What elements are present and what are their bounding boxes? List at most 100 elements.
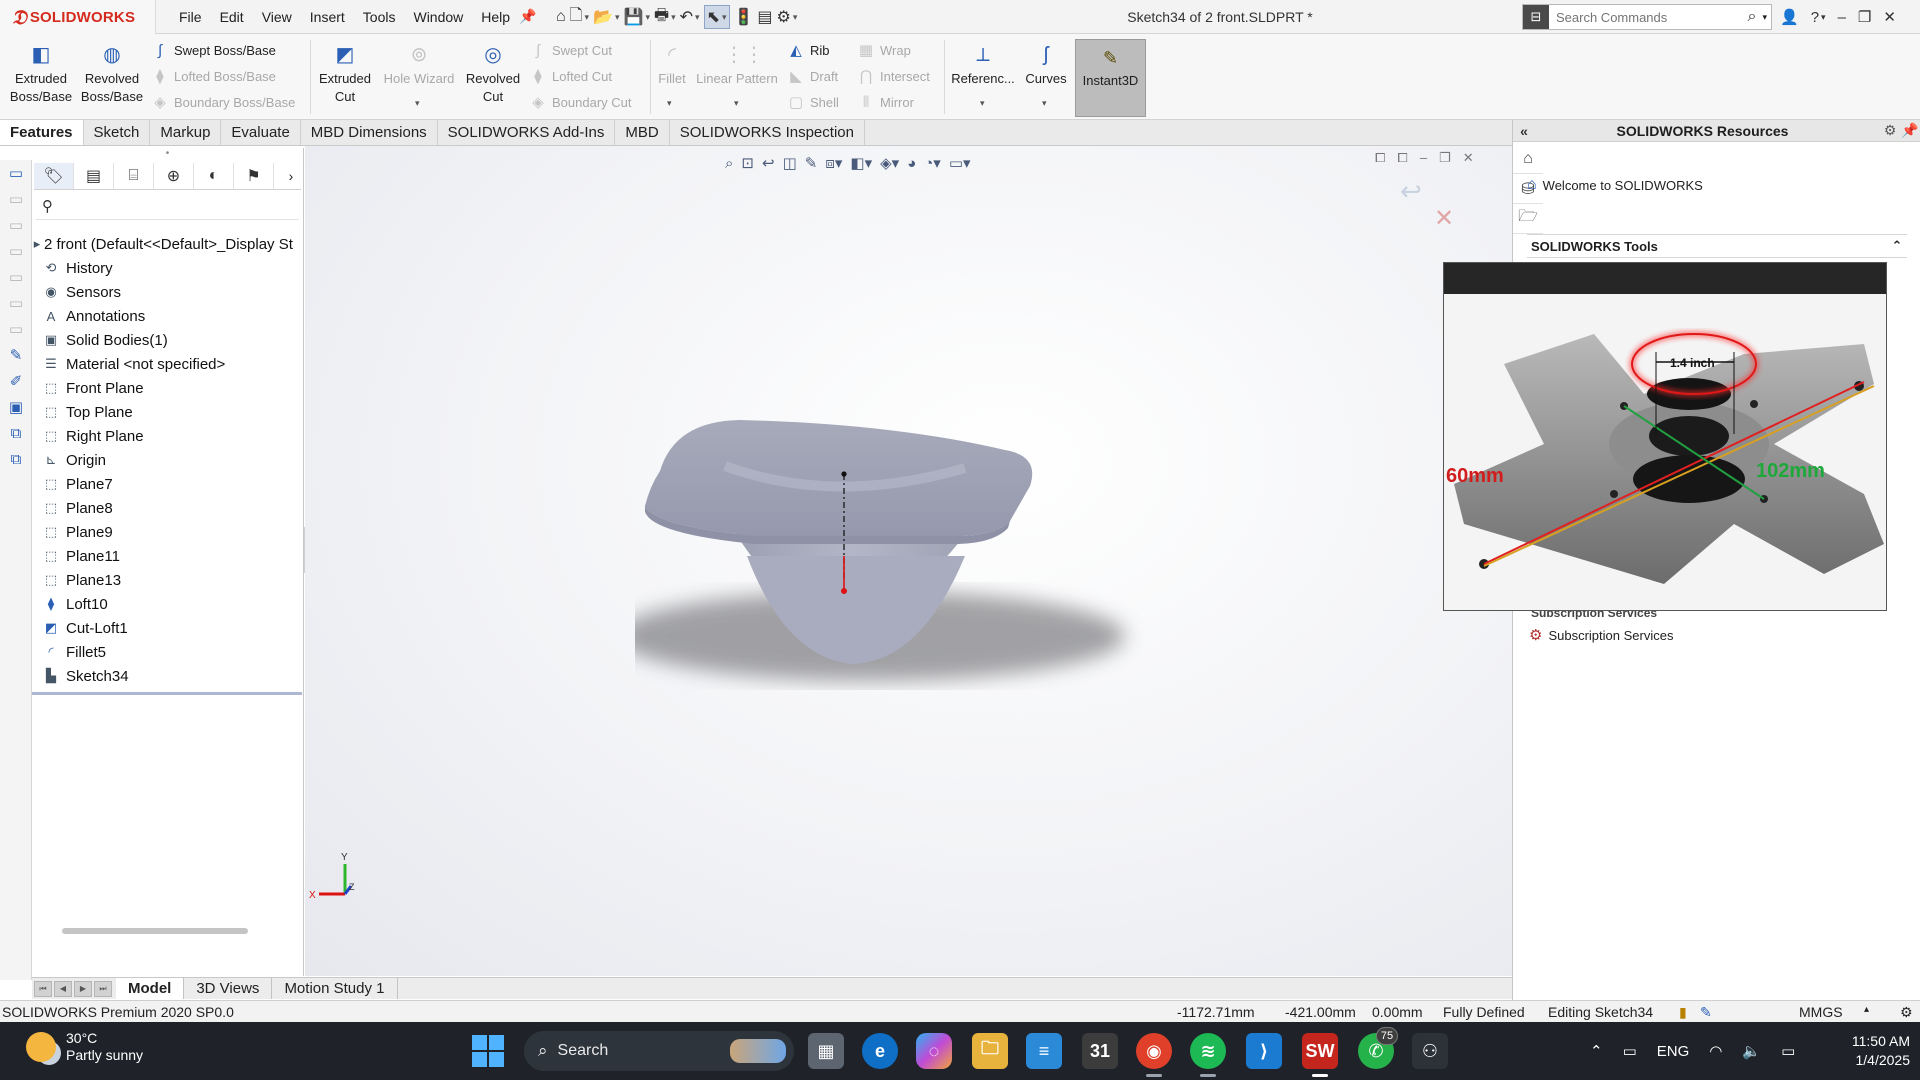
curves-dropdown-icon[interactable]: ▾ <box>1042 98 1047 109</box>
task-view-icon[interactable]: ▦ <box>808 1033 844 1069</box>
search-commands-input[interactable] <box>1549 6 1748 28</box>
sketch-tool-icon[interactable]: ▭ <box>0 290 32 316</box>
tree-item-right-plane[interactable]: ⬚ Right Plane <box>32 424 304 448</box>
graphics-area[interactable]: ⌕ ⊡ ↩ ◫ ✎ ⧈▾ ◧▾ ◈▾ ◕ ◔▾ ▭▾ ⧠ ⧠ – ❐ ✕ ↩ ✕ <box>305 146 1512 976</box>
edge-browser-icon[interactable]: e <box>862 1033 898 1069</box>
menu-edit[interactable]: Edit <box>211 9 253 25</box>
hole-wizard-button[interactable]: ⊚ Hole Wizard <box>378 38 460 88</box>
rib-button[interactable]: ◭ Rib <box>786 38 829 62</box>
linear-pattern-dropdown-icon[interactable]: ▾ <box>734 98 739 109</box>
tree-item-cut-loft1[interactable]: ◩ Cut-Loft1 <box>32 616 304 640</box>
menu-insert[interactable]: Insert <box>301 9 354 25</box>
tab-motion-study[interactable]: Motion Study 1 <box>272 978 398 999</box>
property-manager-icon[interactable]: ▤ <box>74 162 114 189</box>
viewport-layout-icon[interactable]: ⧠ <box>1375 150 1385 166</box>
menu-file[interactable]: File <box>170 9 211 25</box>
sketch-tool-icon[interactable]: ▭ <box>0 238 32 264</box>
swept-boss-button[interactable]: ∫ Swept Boss/Base <box>150 38 276 62</box>
dimxpert-manager-icon[interactable]: ⊕ <box>154 162 194 189</box>
reference-photo-window[interactable]: 1.4 inch 60mm 102mm <box>1443 262 1887 611</box>
tab-solidworks-inspection[interactable]: SOLIDWORKS Inspection <box>670 120 865 145</box>
fillet-dropdown-icon[interactable]: ▾ <box>667 98 672 109</box>
battery-icon[interactable]: ▭ <box>1781 1042 1795 1060</box>
tree-item-loft10[interactable]: ⧫ Loft10 <box>32 592 304 616</box>
chrome-icon[interactable]: ◉ <box>1136 1033 1172 1077</box>
tab-evaluate[interactable]: Evaluate <box>221 120 301 145</box>
tree-item-solid-bodies[interactable]: ▣ Solid Bodies(1) <box>32 328 304 352</box>
save-icon[interactable]: 💾 ▾ <box>624 5 650 29</box>
extruded-boss-button[interactable]: ◧ Extruded Boss/Base <box>8 38 74 106</box>
reference-dropdown-icon[interactable]: ▾ <box>980 98 985 109</box>
home-icon[interactable]: ⌂ <box>556 5 566 29</box>
taskbar-clock[interactable]: 11:50 AM 1/4/2025 <box>1820 1032 1910 1070</box>
boundary-cut-button[interactable]: ◈ Boundary Cut <box>528 90 631 114</box>
linear-pattern-button[interactable]: ⋮⋮ Linear Pattern <box>692 38 782 88</box>
search-commands[interactable]: ⊟ ⌕ ▾ <box>1522 4 1772 30</box>
calendar-icon[interactable]: 31 <box>1082 1033 1118 1069</box>
new-document-icon[interactable]: 🗋 ▾ <box>570 5 589 29</box>
menu-window[interactable]: Window <box>404 9 472 25</box>
help-icon[interactable]: ? <box>1811 9 1819 26</box>
display-icon[interactable]: ▭ <box>1623 1042 1637 1060</box>
volume-icon[interactable]: 🔈 <box>1742 1042 1761 1060</box>
solidworks-tools-section[interactable]: SOLIDWORKS Tools ⌃ <box>1527 234 1907 258</box>
draft-button[interactable]: ◣ Draft <box>786 64 838 88</box>
pin-icon[interactable]: 📌 <box>1900 122 1920 139</box>
previous-view-icon[interactable]: ↩ <box>762 154 775 172</box>
3d-model-tray[interactable] <box>635 406 1155 726</box>
tree-item-fillet5[interactable]: ◜ Fillet5 <box>32 640 304 664</box>
help-dropdown-icon[interactable]: ▾ <box>1821 12 1826 23</box>
solidworks-logo[interactable]: 𝔇 SOLIDWORKS <box>0 0 156 34</box>
tab-mbd-dimensions[interactable]: MBD Dimensions <box>301 120 438 145</box>
tab-markup[interactable]: Markup <box>150 120 222 145</box>
start-button[interactable] <box>472 1035 504 1067</box>
zoom-to-area-icon[interactable]: ⊡ <box>741 154 754 172</box>
options-gear-icon[interactable]: ⚙ ▾ <box>777 5 798 29</box>
shell-button[interactable]: ▢ Shell <box>786 90 839 114</box>
notepad-icon[interactable]: ≡ <box>1026 1033 1062 1069</box>
tree-filter[interactable]: ⚲ <box>36 192 299 220</box>
next-tab-icon[interactable]: ▶ <box>74 980 92 997</box>
pin-menu-icon[interactable]: 📌 <box>519 8 536 25</box>
units-dropdown-icon[interactable]: ▴ <box>1864 1004 1869 1015</box>
rebuild-indicator-icon[interactable]: ▮ <box>1679 1004 1687 1021</box>
rollback-bar[interactable] <box>32 692 302 695</box>
customize-icon[interactable]: ⚙ <box>1900 1004 1913 1021</box>
collapse-pane-icon[interactable]: « <box>1513 123 1535 139</box>
tree-item-plane7[interactable]: ⬚ Plane7 <box>32 472 304 496</box>
search-icon[interactable]: ⌕ <box>1748 8 1757 26</box>
reference-geometry-button[interactable]: ⟂ Referenc... <box>948 38 1018 88</box>
spotify-icon[interactable]: ≋ <box>1190 1033 1226 1077</box>
hide-show-items-icon[interactable]: ◈▾ <box>880 154 899 172</box>
configuration-manager-icon[interactable]: ⌸ <box>114 162 154 189</box>
section-view-icon[interactable]: ◫ <box>783 154 797 172</box>
tree-item-plane13[interactable]: ⬚ Plane13 <box>32 568 304 592</box>
tab-3d-views[interactable]: 3D Views <box>184 978 273 999</box>
menu-view[interactable]: View <box>253 9 301 25</box>
dynamic-annotation-icon[interactable]: ✎ <box>805 154 818 172</box>
swept-cut-button[interactable]: ∫ Swept Cut <box>528 38 612 62</box>
tree-item-plane11[interactable]: ⬚ Plane11 <box>32 544 304 568</box>
revolved-cut-button[interactable]: ◎ Revolved Cut <box>462 38 524 106</box>
lofted-boss-button[interactable]: ⧫ Lofted Boss/Base <box>150 64 276 88</box>
tree-item-plane9[interactable]: ⬚ Plane9 <box>32 520 304 544</box>
sketch-tool-icon[interactable]: ✐ <box>0 368 32 394</box>
extruded-cut-button[interactable]: ◩ Extruded Cut <box>314 38 376 106</box>
sketch-tool-icon[interactable]: ▭ <box>0 160 32 186</box>
input-language[interactable]: ENG <box>1657 1043 1690 1060</box>
panel-grip[interactable]: • <box>32 148 303 162</box>
close-icon[interactable]: ✕ <box>1463 150 1474 166</box>
weather-widget[interactable]: 30°C Partly sunny <box>26 1030 143 1064</box>
tab-sketch[interactable]: Sketch <box>84 120 151 145</box>
sketch-tool-icon[interactable]: ✎ <box>0 342 32 368</box>
tab-solidworks-addins[interactable]: SOLIDWORKS Add-Ins <box>438 120 616 145</box>
apply-scene-icon[interactable]: ◔▾ <box>924 154 941 172</box>
copilot-icon[interactable]: ◌ <box>916 1033 952 1069</box>
feature-manager-tree-icon[interactable]: 🏷 <box>34 162 74 189</box>
subscription-services-link[interactable]: ⚙ Subscription Services <box>1529 626 1673 644</box>
restore-icon[interactable]: ❐ <box>1858 8 1871 26</box>
wrap-button[interactable]: ▦ Wrap <box>856 38 911 62</box>
home-icon[interactable]: ⌂ <box>1513 144 1543 174</box>
minimize-icon[interactable]: – <box>1838 9 1846 26</box>
tree-item-sketch34[interactable]: ▙ Sketch34 <box>32 664 304 688</box>
